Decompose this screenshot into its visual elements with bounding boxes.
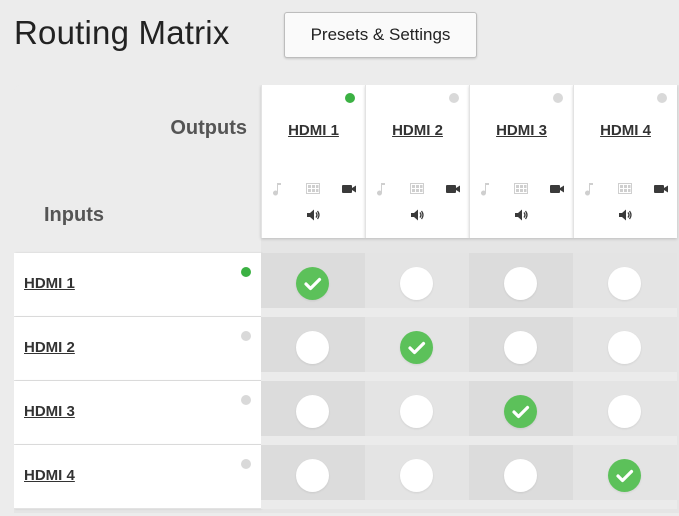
grid-icon <box>410 182 424 201</box>
input-header-1: HDMI 1 <box>14 253 261 317</box>
inputs-label: Inputs <box>44 204 104 226</box>
route-cell-in1-out3[interactable] <box>469 253 573 317</box>
row-divider <box>261 308 365 317</box>
route-empty-circle[interactable] <box>296 459 329 492</box>
output-link-hdmi-2[interactable]: HDMI 2 <box>366 122 469 139</box>
input-link-hdmi-2[interactable]: HDMI 2 <box>24 339 75 356</box>
route-cell-in2-out4[interactable] <box>573 317 677 381</box>
route-empty-circle[interactable] <box>608 267 641 300</box>
row-divider <box>365 436 469 445</box>
music-note-icon <box>272 182 282 201</box>
input-status-dot <box>241 331 251 341</box>
route-cell-in3-out3[interactable] <box>469 381 573 445</box>
output-status-dot <box>657 93 667 103</box>
speaker-icon <box>618 208 633 227</box>
input-status-dot <box>241 267 251 277</box>
row-divider <box>469 372 573 381</box>
route-empty-circle[interactable] <box>504 267 537 300</box>
input-link-hdmi-1[interactable]: HDMI 1 <box>24 275 75 292</box>
speaker-icon <box>306 208 321 227</box>
input-status-dot <box>241 395 251 405</box>
row-divider <box>573 500 677 509</box>
video-camera-icon <box>446 182 460 201</box>
input-header-2: HDMI 2 <box>14 317 261 381</box>
output-header-1: HDMI 1 <box>261 85 365 238</box>
output-link-hdmi-4[interactable]: HDMI 4 <box>574 122 677 139</box>
row-divider <box>365 500 469 509</box>
route-cell-in1-out4[interactable] <box>573 253 677 317</box>
route-cell-in2-out1[interactable] <box>261 317 365 381</box>
row-divider <box>365 308 469 317</box>
route-empty-circle[interactable] <box>400 459 433 492</box>
outputs-label: Outputs <box>170 117 247 139</box>
speaker-icon <box>514 208 529 227</box>
output-link-hdmi-3[interactable]: HDMI 3 <box>470 122 573 139</box>
input-header-3: HDMI 3 <box>14 381 261 445</box>
output-status-dot <box>345 93 355 103</box>
page-title: Routing Matrix <box>14 14 230 51</box>
row-divider <box>365 372 469 381</box>
presets-settings-button[interactable]: Presets & Settings <box>284 12 477 58</box>
output-header-3: HDMI 3 <box>469 85 573 238</box>
input-status-dot <box>241 459 251 469</box>
music-note-icon <box>480 182 490 201</box>
row-divider <box>573 308 677 317</box>
route-empty-circle[interactable] <box>296 331 329 364</box>
music-note-icon <box>376 182 386 201</box>
route-empty-circle[interactable] <box>400 395 433 428</box>
route-active-check-icon[interactable] <box>296 267 329 300</box>
route-empty-circle[interactable] <box>504 459 537 492</box>
output-status-dot <box>553 93 563 103</box>
speaker-icon <box>410 208 425 227</box>
video-camera-icon <box>342 182 356 201</box>
route-active-check-icon[interactable] <box>608 459 641 492</box>
input-link-hdmi-4[interactable]: HDMI 4 <box>24 467 75 484</box>
output-signal-icons <box>366 182 469 196</box>
output-link-hdmi-1[interactable]: HDMI 1 <box>262 122 365 139</box>
row-divider <box>261 372 365 381</box>
row-divider <box>469 500 573 509</box>
route-cell-in4-out2[interactable] <box>365 445 469 509</box>
grid-icon <box>514 182 528 201</box>
route-cell-in4-out1[interactable] <box>261 445 365 509</box>
route-empty-circle[interactable] <box>608 395 641 428</box>
grid-icon <box>306 182 320 201</box>
route-empty-circle[interactable] <box>608 331 641 364</box>
route-cell-in3-out4[interactable] <box>573 381 677 445</box>
row-divider <box>261 436 365 445</box>
route-empty-circle[interactable] <box>400 267 433 300</box>
route-cell-in3-out2[interactable] <box>365 381 469 445</box>
route-cell-in4-out3[interactable] <box>469 445 573 509</box>
video-camera-icon <box>654 182 668 201</box>
route-active-check-icon[interactable] <box>400 331 433 364</box>
route-cell-in1-out1[interactable] <box>261 253 365 317</box>
input-header-4: HDMI 4 <box>14 445 261 509</box>
row-divider <box>469 436 573 445</box>
input-link-hdmi-3[interactable]: HDMI 3 <box>24 403 75 420</box>
output-status-dot <box>449 93 459 103</box>
route-empty-circle[interactable] <box>296 395 329 428</box>
route-cell-in2-out3[interactable] <box>469 317 573 381</box>
row-divider <box>261 500 365 509</box>
route-empty-circle[interactable] <box>504 331 537 364</box>
output-signal-icons <box>262 182 365 196</box>
matrix-corner: Outputs Inputs <box>14 85 261 253</box>
grid-icon <box>618 182 632 201</box>
route-active-check-icon[interactable] <box>504 395 537 428</box>
routing-matrix: Outputs Inputs HDMI 1 HDMI 2 HDMI 3 HDMI 4H… <box>14 85 679 513</box>
output-header-2: HDMI 2 <box>365 85 469 238</box>
output-signal-icons <box>470 182 573 196</box>
route-cell-in3-out1[interactable] <box>261 381 365 445</box>
output-header-4: HDMI 4 <box>573 85 677 238</box>
music-note-icon <box>584 182 594 201</box>
video-camera-icon <box>550 182 564 201</box>
row-divider <box>573 372 677 381</box>
row-divider <box>469 308 573 317</box>
row-divider <box>573 436 677 445</box>
route-cell-in1-out2[interactable] <box>365 253 469 317</box>
route-cell-in4-out4[interactable] <box>573 445 677 509</box>
route-cell-in2-out2[interactable] <box>365 317 469 381</box>
output-signal-icons <box>574 182 677 196</box>
